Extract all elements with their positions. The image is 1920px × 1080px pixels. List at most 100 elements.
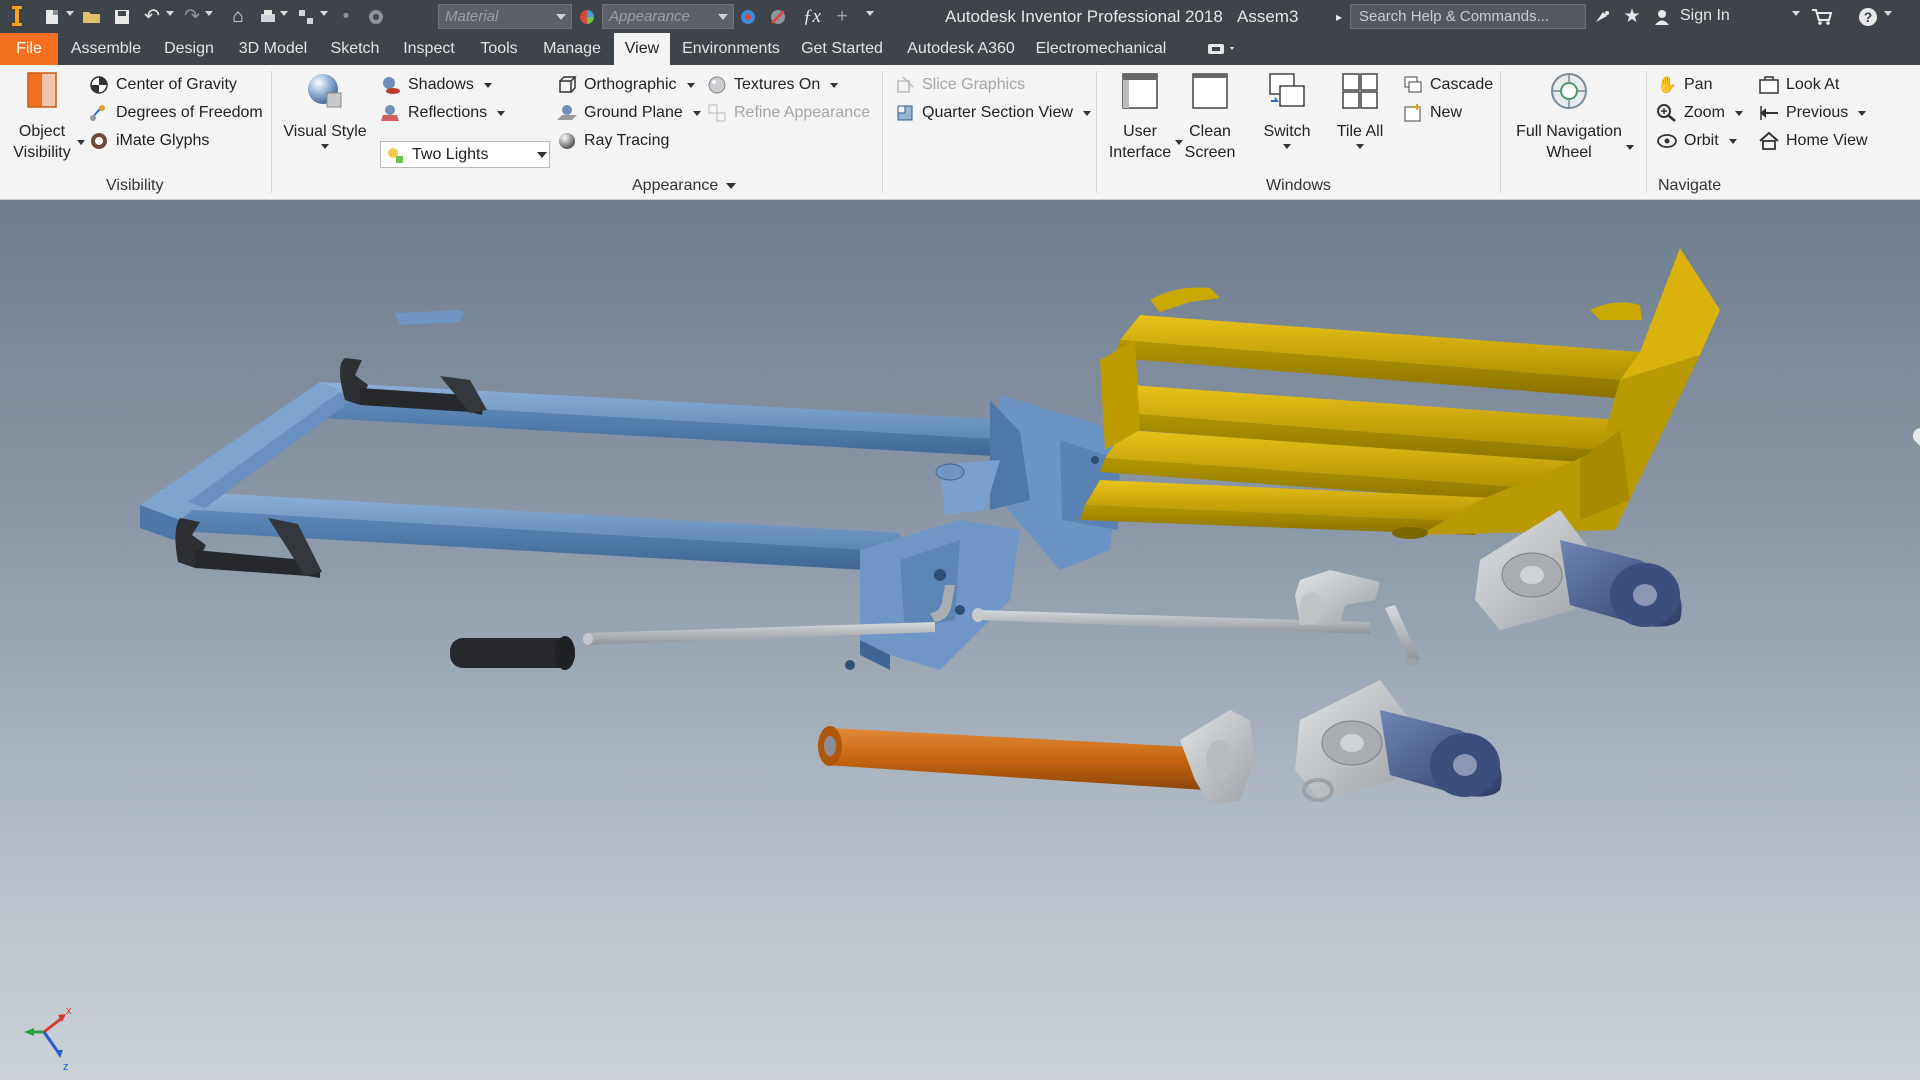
undo-icon[interactable]: ↶ xyxy=(140,4,164,29)
orthographic-button[interactable]: Orthographic xyxy=(556,72,695,98)
degrees-of-freedom-button[interactable]: Degrees of Freedom xyxy=(88,100,263,126)
add-icon[interactable]: + xyxy=(830,4,854,29)
reflections-dropdown-icon[interactable] xyxy=(497,110,506,116)
favorites-star-icon[interactable]: ★ xyxy=(1620,4,1644,29)
orbit-dropdown-icon[interactable] xyxy=(1728,138,1737,144)
print-dropdown-icon[interactable] xyxy=(280,11,288,16)
redo-dropdown-icon[interactable] xyxy=(205,11,213,16)
tab-manage[interactable]: Manage xyxy=(536,33,608,65)
shadows-button[interactable]: Shadows xyxy=(380,72,492,98)
tile-all-button[interactable]: Tile All xyxy=(1330,71,1390,149)
shadows-dropdown-icon[interactable] xyxy=(483,82,492,88)
full-navigation-wheel-button[interactable]: Full Navigation Wheel xyxy=(1508,71,1630,163)
lighting-dropdown-arrow-icon[interactable] xyxy=(537,152,547,158)
tab-get-started[interactable]: Get Started xyxy=(796,33,888,65)
new-icon[interactable] xyxy=(40,4,64,29)
new-window-button[interactable]: New xyxy=(1402,100,1462,126)
appearance-panel-title[interactable]: Appearance xyxy=(632,177,737,195)
new-dropdown-icon[interactable] xyxy=(66,11,74,16)
quarter-section-dropdown-icon[interactable] xyxy=(1082,110,1091,116)
home-view-button[interactable]: Home View xyxy=(1758,128,1868,154)
help-dropdown-icon[interactable] xyxy=(1884,11,1892,16)
assembly-model[interactable]: x z xyxy=(0,200,1920,1080)
caster-wheel-lower[interactable] xyxy=(1295,680,1502,802)
ground-plane-button[interactable]: Ground Plane xyxy=(556,100,701,126)
quarter-section-view-button[interactable]: Quarter Section View xyxy=(894,100,1091,126)
tab-inspect[interactable]: Inspect xyxy=(396,33,462,65)
switch-dropdown-icon[interactable] xyxy=(1283,144,1291,149)
object-visibility-dropdown-icon[interactable] xyxy=(77,140,85,145)
redo-icon[interactable]: ↷ xyxy=(180,4,204,29)
color-wheel-icon[interactable] xyxy=(364,4,388,29)
search-expand-icon[interactable]: ▸ xyxy=(1332,4,1346,29)
customize-quick-access-icon[interactable] xyxy=(866,11,874,16)
clear-appearance-icon[interactable] xyxy=(766,4,790,29)
panel-display-toggle-icon[interactable] xyxy=(1204,39,1240,59)
home-icon[interactable]: ⌂ xyxy=(226,4,250,29)
imate-glyphs-button[interactable]: iMate Glyphs xyxy=(88,128,209,154)
object-visibility-button[interactable]: Object Visibility xyxy=(10,71,74,163)
textures-on-button[interactable]: Textures On xyxy=(706,72,839,98)
measure-dropdown-icon[interactable] xyxy=(320,11,328,16)
tab-3d-model[interactable]: 3D Model xyxy=(230,33,316,65)
previous-view-dropdown-icon[interactable] xyxy=(1858,110,1867,116)
ground-plane-dropdown-icon[interactable] xyxy=(692,110,701,116)
sign-in-link[interactable]: Sign In xyxy=(1680,7,1730,25)
tab-tools[interactable]: Tools xyxy=(472,33,526,65)
quarter-section-view-icon xyxy=(894,102,916,124)
user-interface-button[interactable]: User Interface xyxy=(1104,71,1176,163)
orange-roller-part[interactable] xyxy=(818,710,1255,805)
tab-view[interactable]: View xyxy=(614,33,670,65)
clean-screen-button[interactable]: Clean Screen xyxy=(1180,71,1240,163)
previous-view-button[interactable]: Previous xyxy=(1758,100,1867,126)
material-dropdown[interactable]: Material xyxy=(438,4,572,29)
parameters-icon[interactable]: ƒx xyxy=(800,4,824,29)
orbit-icon xyxy=(1656,130,1678,152)
switch-button[interactable]: Switch xyxy=(1254,71,1320,149)
graphics-viewport[interactable]: x z xyxy=(0,200,1920,1080)
reflections-button[interactable]: Reflections xyxy=(380,100,506,126)
cascade-button[interactable]: Cascade xyxy=(1402,72,1493,98)
yellow-fork-part[interactable] xyxy=(1080,248,1720,539)
search-input[interactable]: Search Help & Commands... xyxy=(1350,4,1586,29)
tab-autodesk-a360[interactable]: Autodesk A360 xyxy=(904,33,1018,65)
adjust-appearance-icon[interactable] xyxy=(736,4,760,29)
zoom-button[interactable]: Zoom xyxy=(1656,100,1743,126)
tab-sketch[interactable]: Sketch xyxy=(326,33,384,65)
zoom-icon xyxy=(1656,102,1678,124)
center-of-gravity-button[interactable]: Center of Gravity xyxy=(88,72,237,98)
textures-dropdown-icon[interactable] xyxy=(830,82,839,88)
tab-design[interactable]: Design xyxy=(158,33,220,65)
orbit-button[interactable]: Orbit xyxy=(1656,128,1737,154)
save-icon[interactable] xyxy=(110,4,134,29)
orthographic-dropdown-icon[interactable] xyxy=(686,82,695,88)
tab-file[interactable]: File xyxy=(0,33,58,65)
refine-appearance-button[interactable]: Refine Appearance xyxy=(706,100,870,126)
print-icon[interactable] xyxy=(256,4,280,29)
pan-button[interactable]: ✋ Pan xyxy=(1656,72,1712,98)
navigation-wheel-dropdown-icon[interactable] xyxy=(1626,145,1634,150)
visibility-panel-title: Visibility xyxy=(106,177,164,194)
tab-assemble[interactable]: Assemble xyxy=(64,33,148,65)
tile-all-dropdown-icon[interactable] xyxy=(1356,144,1364,149)
help-icon[interactable]: ? xyxy=(1856,4,1880,29)
slice-graphics-button[interactable]: Slice Graphics xyxy=(894,72,1025,98)
appearance-panel-expand-icon[interactable] xyxy=(726,182,737,189)
sign-in-dropdown-icon[interactable] xyxy=(1792,11,1800,16)
look-at-button[interactable]: Look At xyxy=(1758,72,1839,98)
ray-tracing-button[interactable]: Ray Tracing xyxy=(556,128,669,154)
appearance-dropdown[interactable]: Appearance xyxy=(602,4,734,29)
communication-center-icon[interactable] xyxy=(1590,4,1614,29)
cart-icon[interactable] xyxy=(1808,4,1836,29)
measure-icon[interactable] xyxy=(294,4,318,29)
undo-dropdown-icon[interactable] xyxy=(166,11,174,16)
zoom-dropdown-icon[interactable] xyxy=(1734,110,1743,116)
select-icon[interactable]: • xyxy=(334,4,358,29)
visual-style-button[interactable]: Visual Style xyxy=(282,71,368,149)
open-icon[interactable] xyxy=(80,4,104,29)
tab-electromechanical[interactable]: Electromechanical xyxy=(1034,33,1168,65)
tab-environments[interactable]: Environments xyxy=(680,33,782,65)
application-icon[interactable] xyxy=(6,4,28,29)
view-cube-edge-icon[interactable] xyxy=(1912,428,1920,446)
visual-style-dropdown-icon[interactable] xyxy=(321,144,329,149)
